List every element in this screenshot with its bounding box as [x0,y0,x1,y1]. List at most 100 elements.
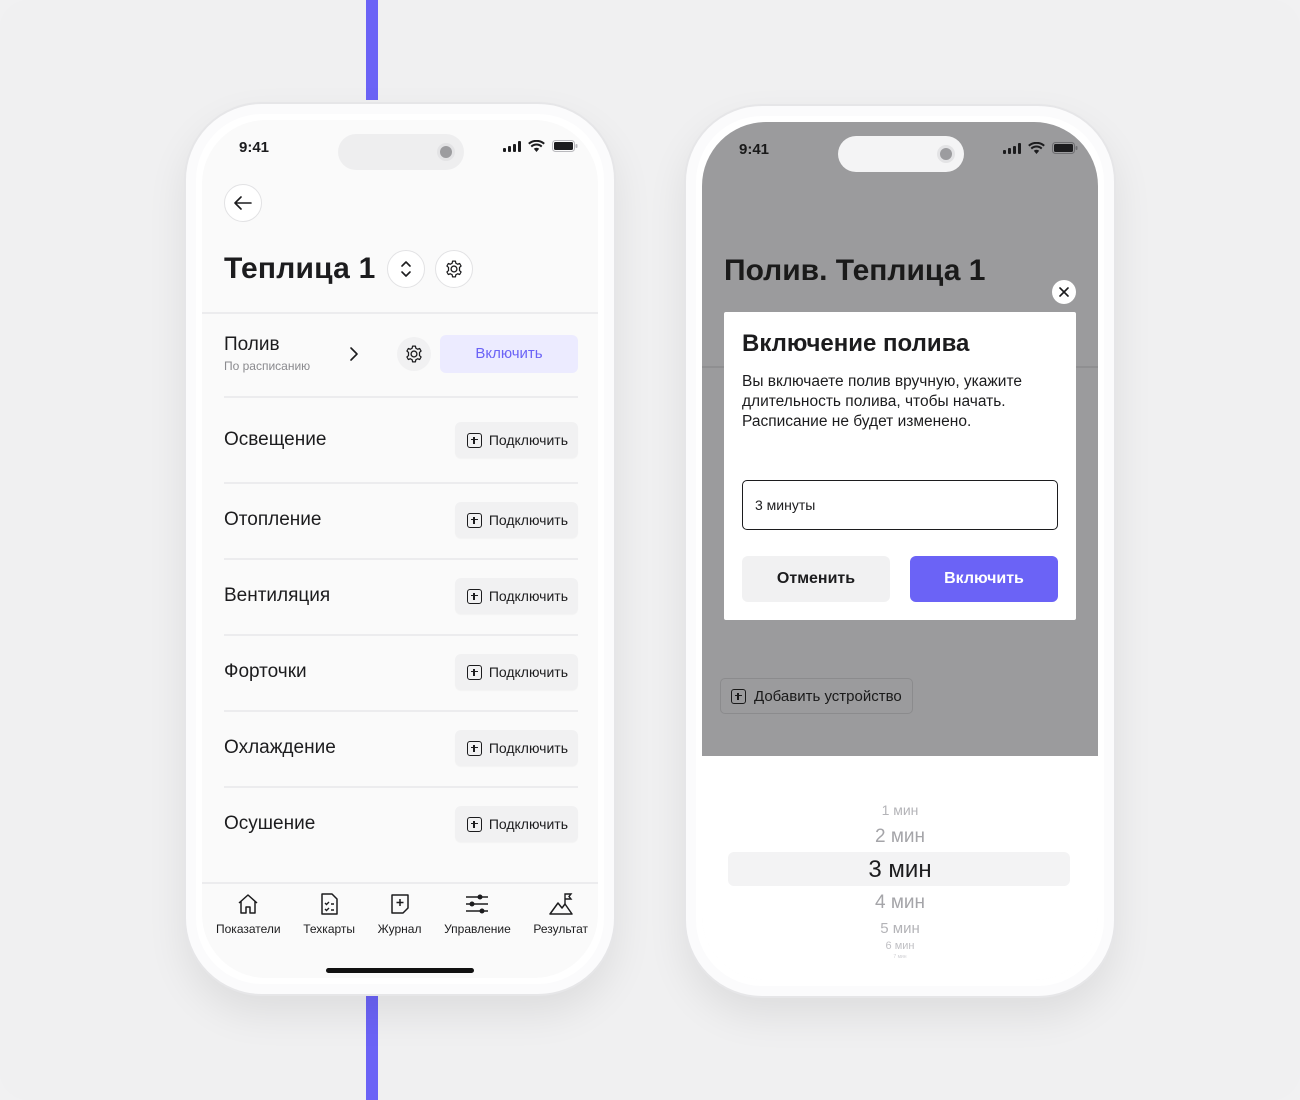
signal-icon [503,140,521,152]
duration-input[interactable]: 3 минуты [742,480,1058,530]
status-icons [503,140,578,152]
picker-option[interactable]: 2 мин [702,826,1098,848]
plus-square-icon [466,740,482,756]
picker-option-selected[interactable]: 3 мин [702,856,1098,884]
greenhouse-screen: 9:41 Теплица 1 Полив По расписанию Включ… [202,120,598,978]
accent-connector-bottom [366,996,378,1100]
device-row-ventilation: Вентиляция Подключить [224,578,578,614]
arrow-left-icon [234,196,252,210]
connect-label: Подключить [488,512,568,528]
close-modal-button[interactable] [1052,280,1076,304]
add-device-label: Добавить устройство [754,687,902,705]
chevron-up-down-icon [401,261,412,277]
phone-watering-dialog: 9:41 Полив. Теплица 1 Добавить устройств… [684,104,1116,998]
connect-button[interactable]: Подключить [454,730,578,766]
tab-label: Результат [533,922,588,936]
add-device-button[interactable]: Добавить устройство [720,678,913,714]
status-icons [1003,142,1078,154]
status-time: 9:41 [739,141,770,158]
switch-greenhouse-button[interactable] [387,250,426,288]
connect-button[interactable]: Подключить [454,502,578,538]
device-name: Освещение [224,429,327,450]
chevron-right-icon[interactable] [349,346,359,362]
watering-screen: 9:41 Полив. Теплица 1 Добавить устройств… [702,122,1098,980]
phone-greenhouse: 9:41 Теплица 1 Полив По расписанию Включ… [184,102,616,996]
plus-square-icon [466,588,482,604]
device-row-cooling: Охлаждение Подключить [224,730,578,766]
tab-label: Управление [444,922,511,936]
status-time: 9:41 [239,139,270,156]
connect-label: Подключить [488,432,568,448]
cancel-button[interactable]: Отменить [742,556,890,602]
device-row-heating: Отопление Подключить [224,502,578,538]
device-name: Охлаждение [224,737,336,758]
title-row: Теплица 1 [224,250,474,288]
picker-option[interactable]: 4 мин [702,892,1098,914]
dimmed-overlay: 9:41 Полив. Теплица 1 Добавить устройств… [702,122,1098,756]
tab-control[interactable]: Управление [444,892,511,936]
duration-picker[interactable]: 1 мин 2 мин 3 мин 4 мин 5 мин 6 мин 7 ми… [702,756,1098,980]
battery-icon [552,140,578,152]
tab-techcards[interactable]: Техкарты [303,892,355,936]
device-name: Вентиляция [224,585,331,606]
row-divider [224,396,578,398]
camera-icon [940,148,952,160]
tab-label: Показатели [216,922,281,936]
picker-option[interactable]: 7 мин [702,954,1098,960]
connect-button[interactable]: Подключить [454,654,578,690]
picker-option[interactable]: 1 мин [702,802,1098,818]
device-row-dehumidifying: Осушение Подключить [224,806,578,842]
connect-button[interactable]: Подключить [454,578,578,614]
plus-square-icon [466,432,482,448]
status-bar: 9:41 [202,120,598,180]
checklist-icon [321,893,338,915]
tab-label: Техкарты [303,922,356,936]
row-divider [224,482,578,484]
page-title: Теплица 1 [224,252,376,285]
tab-result[interactable]: Результат [533,892,588,936]
header-divider [202,312,598,314]
sliders-icon [466,894,489,914]
tab-journal[interactable]: Журнал [377,892,422,936]
tab-bar: Показатели Техкарты Журнал Управление Ре… [216,892,588,936]
connect-label: Подключить [488,664,568,680]
gear-icon [446,260,463,278]
gear-icon [406,344,422,363]
row-divider [224,786,578,788]
picker-option[interactable]: 5 мин [702,920,1098,937]
back-button[interactable] [224,184,262,222]
watering-row: Полив По расписанию Включить [224,334,578,373]
connect-label: Подключить [488,740,568,756]
tab-label: Журнал [377,922,422,936]
tabbar-divider [202,882,598,884]
home-indicator [326,968,474,973]
confirm-enable-button[interactable]: Включить [910,556,1058,602]
device-name: Отопление [224,509,322,530]
tab-indicators[interactable]: Показатели [216,892,281,936]
row-divider [224,634,578,636]
connect-button[interactable]: Подключить [454,806,578,842]
watering-enable-button[interactable]: Включить [439,334,578,373]
modal-description: Вы включаете полив вручную, укажите длит… [742,373,1022,430]
watering-info[interactable]: Полив По расписанию [224,334,310,373]
dynamic-island [338,134,464,170]
plus-square-icon [466,816,482,832]
signal-icon [1003,142,1021,154]
connect-button[interactable]: Подключить [454,422,578,458]
home-icon [238,894,258,914]
wifi-icon [1028,142,1045,154]
close-icon [1059,287,1069,297]
picker-option[interactable]: 6 мин [702,940,1098,952]
connect-label: Подключить [488,816,568,832]
modal-actions: Отменить Включить [742,556,1058,602]
watering-name: Полив [224,334,280,355]
modal-title: Включение полива [742,330,970,357]
canvas-background: 9:41 Теплица 1 Полив По расписанию Включ… [0,0,1300,1100]
plus-square-icon [466,512,482,528]
watering-subtitle: По расписанию [224,359,311,373]
device-name: Осушение [224,813,316,834]
journal-plus-icon [390,894,409,914]
camera-icon [440,146,452,158]
greenhouse-settings-button[interactable] [435,250,474,288]
watering-settings-button[interactable] [396,336,431,371]
